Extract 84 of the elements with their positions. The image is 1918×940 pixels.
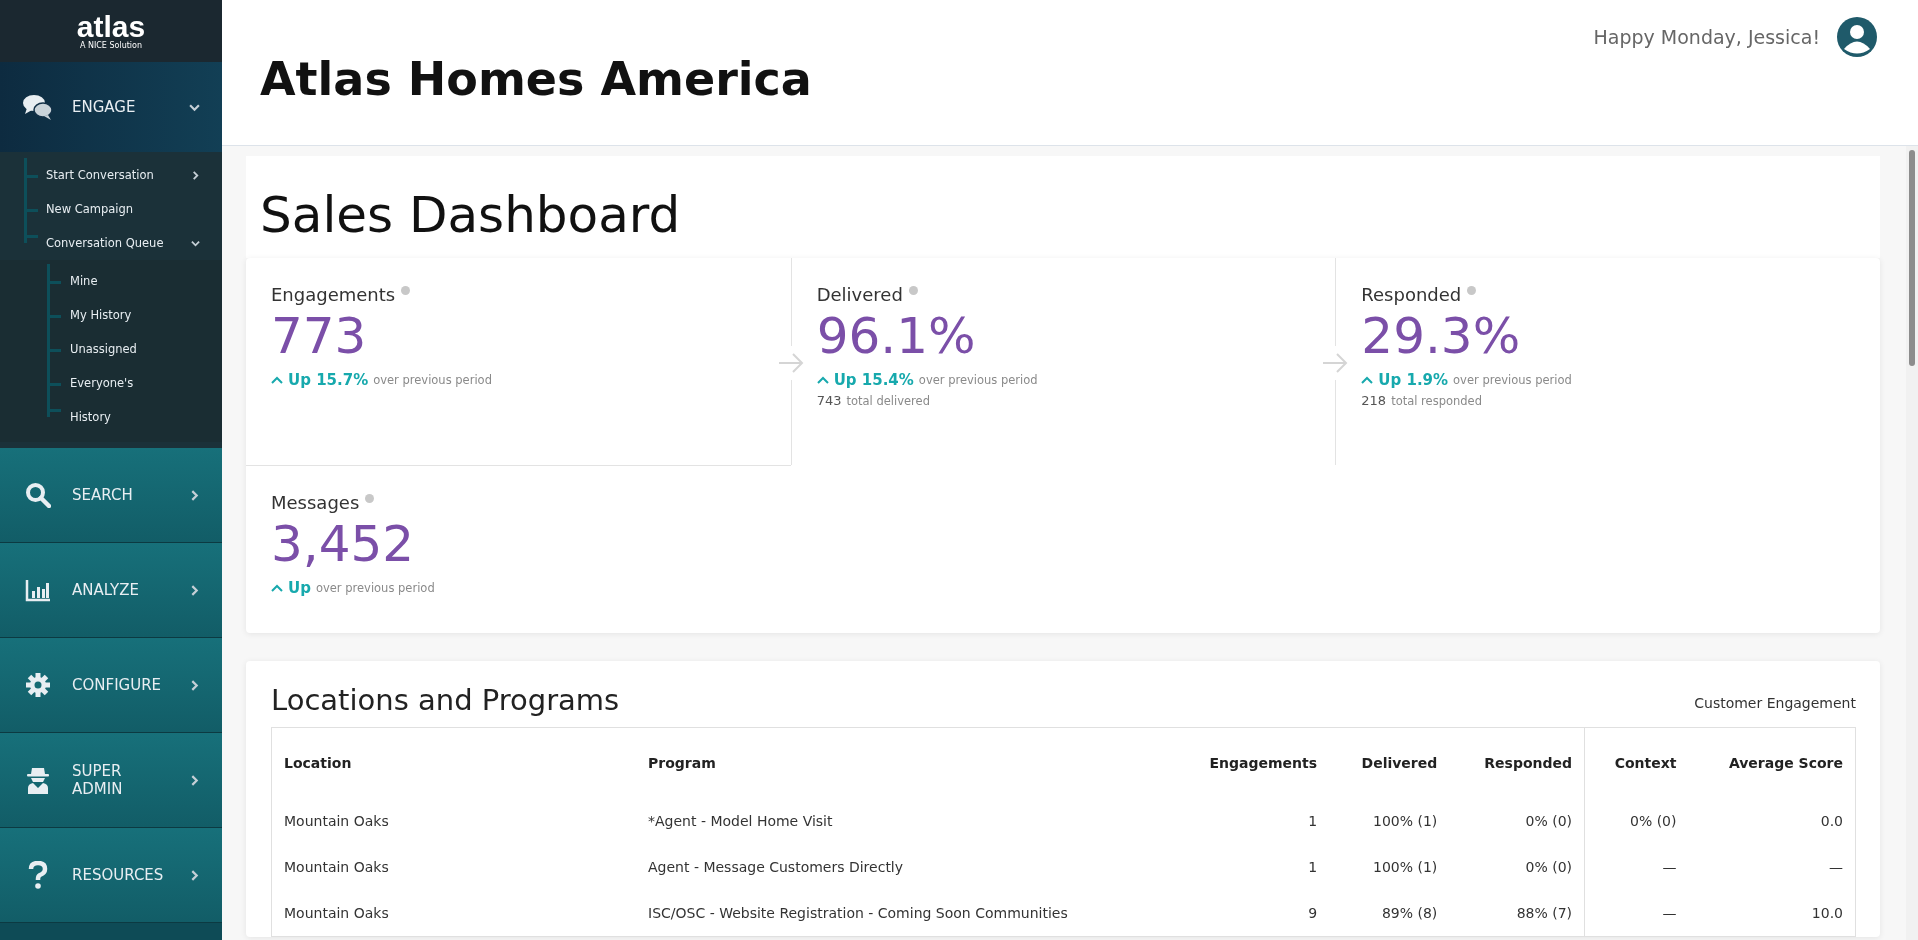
info-icon[interactable] [908,286,918,295]
nav-subitem[interactable]: Mine [0,264,222,298]
nav-section[interactable]: SEARCH [0,448,222,543]
table-cell-text: 1 [1307,812,1319,831]
table-cell: 0% (0) [1449,798,1585,844]
column-header[interactable]: Average Score [1688,727,1856,798]
change-note: over previous period [373,373,492,387]
nav-item[interactable]: Conversation Queue [0,226,222,260]
table-cell-text: Agent - Message Customers Directly [647,858,905,877]
nav-item[interactable]: New Campaign [0,192,222,226]
gear-icon [25,672,51,698]
column-header[interactable]: Engagements [1170,727,1330,798]
atlas-logo[interactable]: atlas A NICE Solution [0,0,222,62]
info-icon[interactable] [365,494,375,503]
metric-value: 29.3% [1361,307,1522,365]
table-cell: 89% (8) [1329,890,1450,937]
page-title: Sales Dashboard [246,156,1880,258]
user-avatar-icon[interactable] [1836,16,1878,58]
total-note: total delivered [846,394,930,408]
nav-subitem[interactable]: Unassigned [0,332,222,366]
column-header[interactable]: Responded [1449,727,1585,798]
total-value: 218 [1361,393,1387,408]
metric-value: 773 [271,307,368,365]
table-cell-text: 100% (1) [1372,858,1439,877]
table-cell: ISC/OSC - Website Registration - Coming Soon Communities [636,890,1171,937]
company-name: Atlas Homes America [260,52,812,108]
table-cell: 9 [1170,890,1330,937]
nav-section[interactable]: ANALYZE [0,543,222,638]
nav-section[interactable]: CONFIGURE [0,638,222,733]
nav-subitem[interactable]: My History [0,298,222,332]
change-note: over previous period [918,373,1038,387]
table-cell: Mountain Oaks [271,844,636,890]
table-cell: — [1688,844,1856,890]
info-icon[interactable] [1467,286,1477,295]
column-header[interactable]: Delivered [1329,727,1450,798]
metric-label: Engagements [271,284,396,305]
table-cell: — [1584,844,1689,890]
table-cell: 0% (0) [1584,798,1689,844]
nav-item[interactable]: Start Conversation [0,158,222,192]
table-cell: 88% (7) [1449,890,1585,937]
metric-label: Delivered [816,284,903,305]
table-cell: 0% (0) [1449,844,1585,890]
table-cell-text: 1 [1307,858,1319,877]
table-cell: — [1584,890,1689,937]
change-value: Up 15.7% [288,371,369,389]
greeting: Happy Monday, Jessica! [1593,26,1820,48]
metric-value: 3,452 [271,515,416,573]
total-note: total responded [1391,394,1482,408]
change-value: Up [288,579,311,597]
nav-section[interactable]: ENGAGE [0,62,222,152]
up-caret-icon [271,584,283,592]
nav-section[interactable]: RESOURCES [0,828,222,923]
section-title: Locations and Programs [271,683,620,717]
table-cell-text: *Agent - Model Home Visit [647,812,834,831]
change-value: Up 1.9% [1378,371,1449,389]
column-header[interactable]: Location [271,727,636,798]
column-group-label: Customer Engagement [1694,695,1856,713]
up-caret-icon [271,376,283,384]
table-cell: Mountain Oaks [271,798,636,844]
table-cell: Mountain Oaks [271,890,636,937]
info-icon[interactable] [401,286,411,295]
bar-chart-icon [25,578,51,602]
change-value: Up 15.4% [833,371,914,389]
metric-label: Messages [271,492,360,513]
up-caret-icon [816,376,829,384]
change-note: over previous period [1453,373,1572,387]
table-cell: 0.0 [1688,798,1856,844]
up-caret-icon [1361,376,1374,384]
total-value: 743 [816,393,842,408]
column-header[interactable]: Program [636,727,1171,798]
table-cell-text: 100% (1) [1372,812,1439,831]
metric-label: Responded [1361,284,1462,305]
nav-subitem[interactable]: Everyone's [0,366,222,400]
spy-icon [26,766,50,794]
scrollbar[interactable] [1906,146,1918,940]
metric-value: 96.1% [816,307,977,365]
nav-subitem[interactable]: History [0,400,222,434]
search-icon [25,482,51,508]
question-mark-icon [28,861,48,889]
change-note: over previous period [315,581,435,595]
chat-bubbles-icon [23,94,53,120]
column-header[interactable]: Context [1584,727,1689,798]
nav-section[interactable]: SUPER ADMIN [0,733,222,828]
table-cell: 10.0 [1688,890,1856,937]
